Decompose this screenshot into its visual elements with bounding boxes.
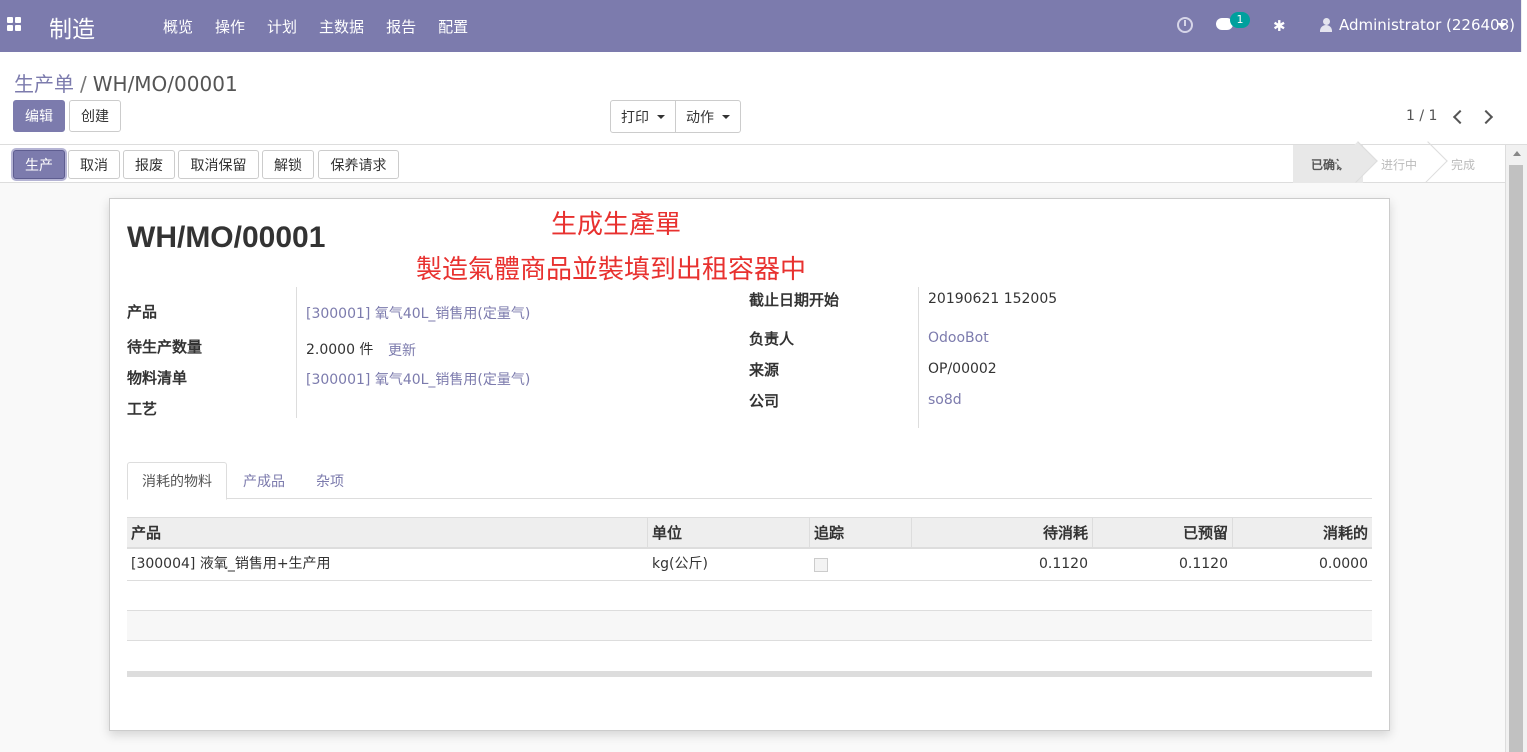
column-header-tracking[interactable]: 追踪 (810, 518, 910, 548)
product-field[interactable]: [300001] 氧气40L_销售用(定量气) (306, 303, 530, 323)
company-field[interactable]: so8d (928, 392, 962, 408)
routing-label: 工艺 (127, 400, 158, 418)
tab-consumed-materials[interactable]: 消耗的物料 (127, 462, 227, 500)
update-qty-link[interactable]: 更新 (388, 340, 416, 360)
print-dropdown[interactable]: 打印 (611, 101, 675, 132)
cell-unit: kg(公斤) (652, 556, 708, 572)
field-divider-left (296, 287, 297, 418)
user-avatar-icon[interactable] (1320, 18, 1332, 32)
edit-button[interactable]: 编辑 (13, 100, 65, 132)
scrap-button[interactable]: 报废 (123, 150, 175, 179)
caret-down-icon (722, 114, 730, 119)
column-header-consumed[interactable]: 消耗的 (1233, 518, 1372, 548)
column-header-unit[interactable]: 单位 (648, 518, 808, 548)
stage-pipeline: 已确认 进行中 完成 (1293, 145, 1491, 183)
app-name: 制造 (49, 17, 95, 43)
cancel-button[interactable]: 取消 (68, 150, 120, 179)
stage-confirmed[interactable]: 已确认 (1293, 145, 1364, 183)
status-bar: 生产 取消 报废 取消保留 解锁 保养请求 已确认 进行中 完成 (0, 145, 1505, 183)
vertical-scrollbar[interactable] (1505, 145, 1527, 752)
qty-to-produce-label: 待生产数量 (127, 338, 203, 356)
caret-down-icon (657, 114, 665, 119)
control-panel: 生产单 / WH/MO/00001 编辑 创建 打印 动作 1 / 1 (0, 52, 1527, 145)
breadcrumb-separator: / (80, 72, 87, 96)
menu-item-planning[interactable]: 计划 (256, 16, 308, 37)
app-switcher-icon[interactable] (7, 17, 21, 31)
table-footer (127, 671, 1372, 677)
maintenance-request-button[interactable]: 保养请求 (318, 150, 399, 179)
pager-value[interactable]: 1 / 1 (1406, 108, 1437, 124)
raw-materials-table: 产品 单位 追踪 待消耗 已预留 消耗的 [300004] 液氧_销售用+生产用… (127, 517, 1372, 677)
tab-finished-products[interactable]: 产成品 (229, 462, 299, 499)
pager-previous-icon[interactable] (1452, 110, 1462, 124)
unreserve-button[interactable]: 取消保留 (178, 150, 259, 179)
product-label: 产品 (127, 303, 158, 321)
create-button[interactable]: 创建 (69, 100, 121, 132)
scroll-up-icon[interactable] (1513, 151, 1521, 156)
table-header: 产品 单位 追踪 待消耗 已预留 消耗的 (127, 517, 1372, 549)
annotation-line-1: 生成生產單 (551, 210, 682, 240)
table-row[interactable]: [300004] 液氧_销售用+生产用 kg(公斤) 0.1120 0.1120… (127, 549, 1372, 581)
action-dropdown[interactable]: 动作 (675, 101, 740, 132)
annotation-line-2: 製造氣體商品並裝填到出租容器中 (416, 255, 807, 285)
source-field: OP/00002 (928, 361, 997, 377)
field-divider-right (918, 287, 919, 428)
record-title: WH/MO/00001 (127, 221, 326, 254)
company-label: 公司 (749, 392, 780, 410)
cell-to-consume: 0.1120 (1039, 556, 1088, 572)
chat-count-badge: 1 (1230, 12, 1250, 28)
action-label: 动作 (686, 109, 714, 126)
breadcrumb-current: WH/MO/00001 (92, 72, 238, 96)
empty-row (127, 641, 1372, 671)
unlock-button[interactable]: 解锁 (262, 150, 314, 179)
top-navbar: 制造 概览 操作 计划 主数据 报告 配置 1 ✱ Administrator … (0, 0, 1527, 52)
activity-clock-icon[interactable] (1177, 17, 1193, 33)
sidebar-actions: 打印 动作 (610, 100, 741, 133)
main-menu: 概览 操作 计划 主数据 报告 配置 (152, 0, 479, 52)
notebook-tabs: 消耗的物料 产成品 杂项 (127, 462, 1372, 500)
scrollbar-thumb[interactable] (1509, 165, 1523, 752)
qty-to-produce-field: 2.0000 件 (306, 342, 374, 358)
user-menu-caret-icon[interactable] (1497, 23, 1507, 28)
deadline-start-label: 截止日期开始 (749, 291, 840, 309)
responsible-label: 负责人 (749, 330, 795, 348)
menu-item-configuration[interactable]: 配置 (427, 16, 479, 37)
tracking-checkbox (814, 558, 828, 572)
menu-item-operations[interactable]: 操作 (204, 16, 256, 37)
cell-reserved: 0.1120 (1179, 556, 1228, 572)
deadline-start-field[interactable]: 20190621 152005 (928, 291, 1057, 307)
breadcrumb: 生产单 / WH/MO/00001 (14, 68, 238, 97)
menu-item-overview[interactable]: 概览 (152, 16, 204, 37)
menu-item-reporting[interactable]: 报告 (375, 16, 427, 37)
bom-label: 物料清单 (127, 369, 188, 387)
responsible-field[interactable]: OdooBot (928, 330, 989, 346)
source-label: 来源 (749, 361, 780, 379)
cell-consumed: 0.0000 (1319, 556, 1368, 572)
column-header-product[interactable]: 产品 (127, 518, 647, 548)
user-menu[interactable]: Administrator (226408) (1339, 16, 1515, 34)
produce-button[interactable]: 生产 (13, 150, 65, 179)
menu-item-master-data[interactable]: 主数据 (308, 16, 375, 37)
empty-row (127, 581, 1372, 611)
empty-row (127, 611, 1372, 641)
column-header-to-consume[interactable]: 待消耗 (912, 518, 1092, 548)
cell-product: [300004] 液氧_销售用+生产用 (131, 556, 331, 572)
column-header-reserved[interactable]: 已预留 (1093, 518, 1232, 548)
tab-miscellaneous[interactable]: 杂项 (302, 462, 358, 499)
bom-field[interactable]: [300001] 氧气40L_销售用(定量气) (306, 369, 530, 389)
form-sheet: WH/MO/00001 生成生產單 製造氣體商品並裝填到出租容器中 产品 [30… (109, 198, 1390, 731)
pager-next-icon[interactable] (1482, 110, 1492, 124)
breadcrumb-parent[interactable]: 生产单 (14, 72, 74, 96)
print-label: 打印 (621, 109, 649, 126)
debug-bug-icon[interactable]: ✱ (1273, 17, 1286, 35)
